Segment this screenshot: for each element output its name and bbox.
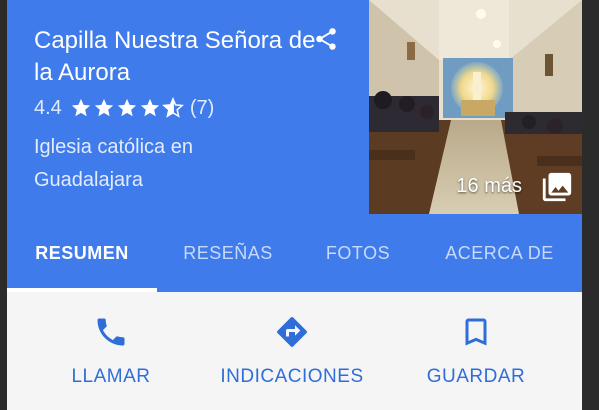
call-label: LLAMAR	[71, 366, 151, 387]
photo-count-label: 16 más	[456, 175, 522, 197]
star-icon	[94, 98, 113, 117]
place-card: Capilla Nuestra Señora de la Aurora 4.4 …	[7, 0, 582, 410]
review-count: (7)	[189, 96, 215, 119]
tab-bar: RESUMEN RESEÑAS FOTOS ACERCA DE	[7, 214, 582, 292]
star-icon	[71, 98, 90, 117]
action-bar: LLAMAR INDICACIONES GUARDAR	[7, 292, 582, 410]
place-title: Capilla Nuestra Señora de la Aurora	[34, 27, 316, 86]
star-icon	[117, 98, 136, 117]
photo-library-icon[interactable]	[540, 170, 574, 204]
place-header: Capilla Nuestra Señora de la Aurora 4.4 …	[7, 0, 582, 214]
save-label: GUARDAR	[426, 366, 526, 387]
place-category: Iglesia católica en Guadalajara	[34, 136, 193, 191]
tab-fotos[interactable]: FOTOS	[299, 214, 417, 292]
rating-stars	[70, 97, 184, 119]
place-photo[interactable]: 16 más	[369, 0, 582, 214]
save-button[interactable]: GUARDAR	[381, 292, 571, 410]
directions-label: INDICACIONES	[220, 366, 364, 387]
star-half-icon	[161, 97, 184, 118]
phone-icon	[97, 318, 125, 346]
call-button[interactable]: LLAMAR	[16, 292, 206, 410]
tab-resenas[interactable]: RESEÑAS	[157, 214, 299, 292]
rating-value: 4.4	[34, 96, 62, 119]
directions-button[interactable]: INDICACIONES	[197, 292, 387, 410]
tab-acerca-de[interactable]: ACERCA DE	[417, 214, 582, 292]
tab-resumen[interactable]: RESUMEN	[7, 214, 157, 292]
share-icon[interactable]	[313, 26, 339, 52]
directions-icon	[277, 316, 308, 347]
bookmark-icon	[465, 318, 487, 346]
star-icon	[140, 98, 159, 117]
rating-row[interactable]: 4.4 (7)	[34, 95, 214, 121]
